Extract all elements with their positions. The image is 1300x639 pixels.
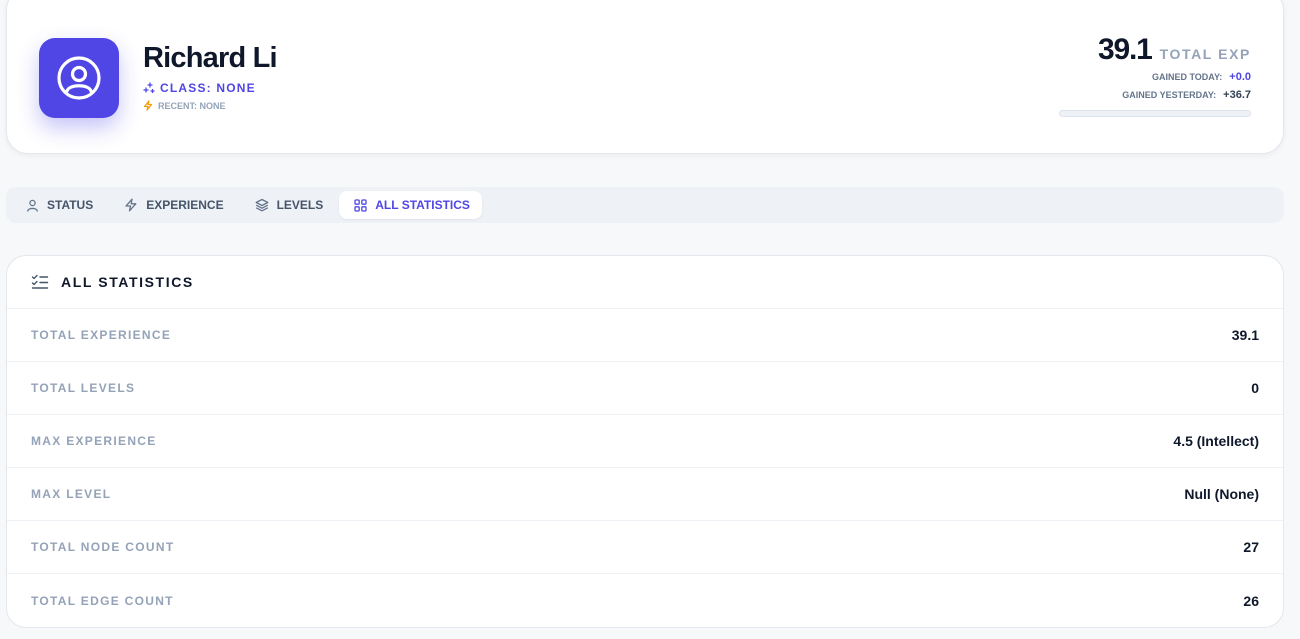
avatar[interactable] xyxy=(39,38,119,118)
stat-value: 4.5 (Intellect) xyxy=(1173,433,1259,449)
gained-yesterday-label: GAINED YESTERDAY: xyxy=(1122,90,1217,100)
stat-label: TOTAL NODE COUNT xyxy=(31,540,175,554)
recent-label: RECENT: NONE xyxy=(158,100,226,111)
stat-value: 26 xyxy=(1243,592,1259,609)
tab-label: ALL STATISTICS xyxy=(375,198,470,212)
tab-status[interactable]: STATUS xyxy=(11,191,105,219)
table-row: TOTAL EDGE COUNT 26 xyxy=(7,574,1283,627)
stat-value: 27 xyxy=(1243,539,1259,555)
gained-today-label: GAINED TODAY: xyxy=(1151,72,1223,82)
stat-label: MAX EXPERIENCE xyxy=(31,434,157,448)
total-exp-label: TOTAL EXP xyxy=(1159,46,1251,62)
table-row: MAX LEVEL Null (None) xyxy=(7,468,1283,521)
user-circle-icon xyxy=(57,56,101,100)
tab-all-statistics[interactable]: ALL STATISTICS xyxy=(339,191,482,219)
statistics-title: ALL STATISTICS xyxy=(61,274,194,290)
user-icon xyxy=(27,199,38,212)
statistics-card: ALL STATISTICS TOTAL EXPERIENCE 39.1 TOT… xyxy=(6,255,1284,628)
total-exp-value: 39.1 xyxy=(1097,33,1153,66)
profile-card: Richard Li CLASS: NONE RECENT: NONE 39.1… xyxy=(6,0,1284,154)
recent-indicator: RECENT: NONE xyxy=(143,100,226,111)
table-row: MAX EXPERIENCE 4.5 (Intellect) xyxy=(7,415,1283,468)
stat-label: TOTAL EXPERIENCE xyxy=(31,328,172,342)
table-row: TOTAL LEVELS 0 xyxy=(7,362,1283,415)
list-check-icon xyxy=(31,274,49,289)
profile-name: Richard Li xyxy=(143,42,278,74)
gained-yesterday-value: +36.7 xyxy=(1223,89,1251,101)
tab-bar: STATUS EXPERIENCE LEVELS ALL STATISTICS xyxy=(6,187,1284,223)
statistics-header: ALL STATISTICS xyxy=(7,256,1283,309)
tab-levels[interactable]: LEVELS xyxy=(240,191,336,219)
experience-summary: 39.1 TOTAL EXP GAINED TODAY: +0.0 GAINED… xyxy=(991,33,1251,117)
sparkles-icon xyxy=(143,82,155,94)
stat-label: TOTAL EDGE COUNT xyxy=(31,593,174,608)
stat-label: MAX LEVEL xyxy=(31,487,112,501)
stat-value: 39.1 xyxy=(1231,327,1259,343)
lightning-icon xyxy=(143,100,153,111)
gained-yesterday-row: GAINED YESTERDAY: +36.7 xyxy=(991,89,1251,101)
gained-today-value: +0.0 xyxy=(1229,71,1251,83)
class-indicator: CLASS: NONE xyxy=(143,81,256,95)
tab-experience[interactable]: EXPERIENCE xyxy=(109,191,235,219)
class-label: CLASS: NONE xyxy=(160,81,256,95)
tab-label: EXPERIENCE xyxy=(146,198,224,212)
gained-today-row: GAINED TODAY: +0.0 xyxy=(991,71,1251,83)
lightning-icon xyxy=(125,198,137,212)
stat-value: Null (None) xyxy=(1184,486,1259,502)
exp-progress-bar xyxy=(1059,110,1251,117)
layers-icon xyxy=(255,198,269,212)
stat-label: TOTAL LEVELS xyxy=(31,381,136,395)
tab-label: STATUS xyxy=(47,198,94,212)
tab-label: LEVELS xyxy=(276,198,324,212)
stat-value: 0 xyxy=(1251,380,1259,396)
table-row: TOTAL EXPERIENCE 39.1 xyxy=(7,309,1283,362)
grid-icon xyxy=(354,198,367,212)
table-row: TOTAL NODE COUNT 27 xyxy=(7,521,1283,574)
